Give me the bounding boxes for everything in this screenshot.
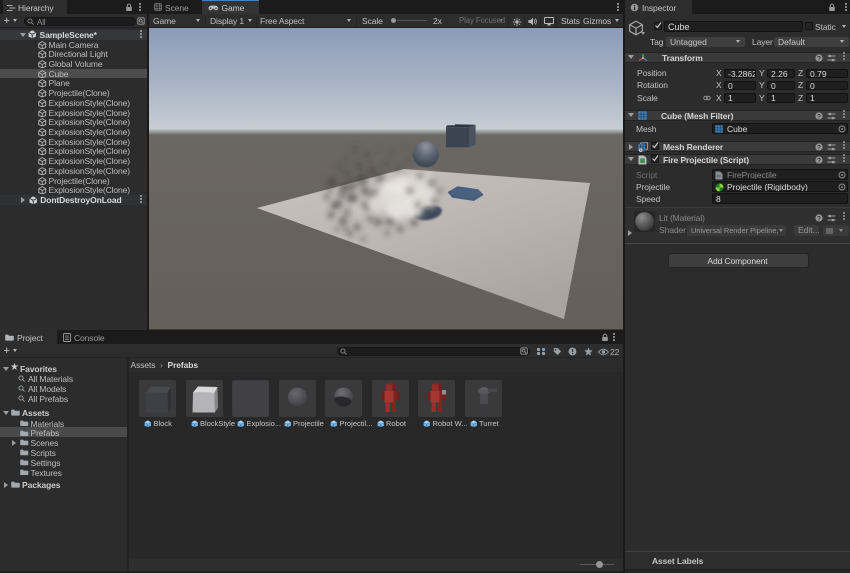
svg-text:?: ?	[817, 144, 821, 151]
svg-text:?: ?	[817, 215, 821, 222]
svg-text:?: ?	[817, 113, 821, 120]
svg-text:?: ?	[817, 55, 821, 62]
svg-text:?: ?	[817, 157, 821, 164]
